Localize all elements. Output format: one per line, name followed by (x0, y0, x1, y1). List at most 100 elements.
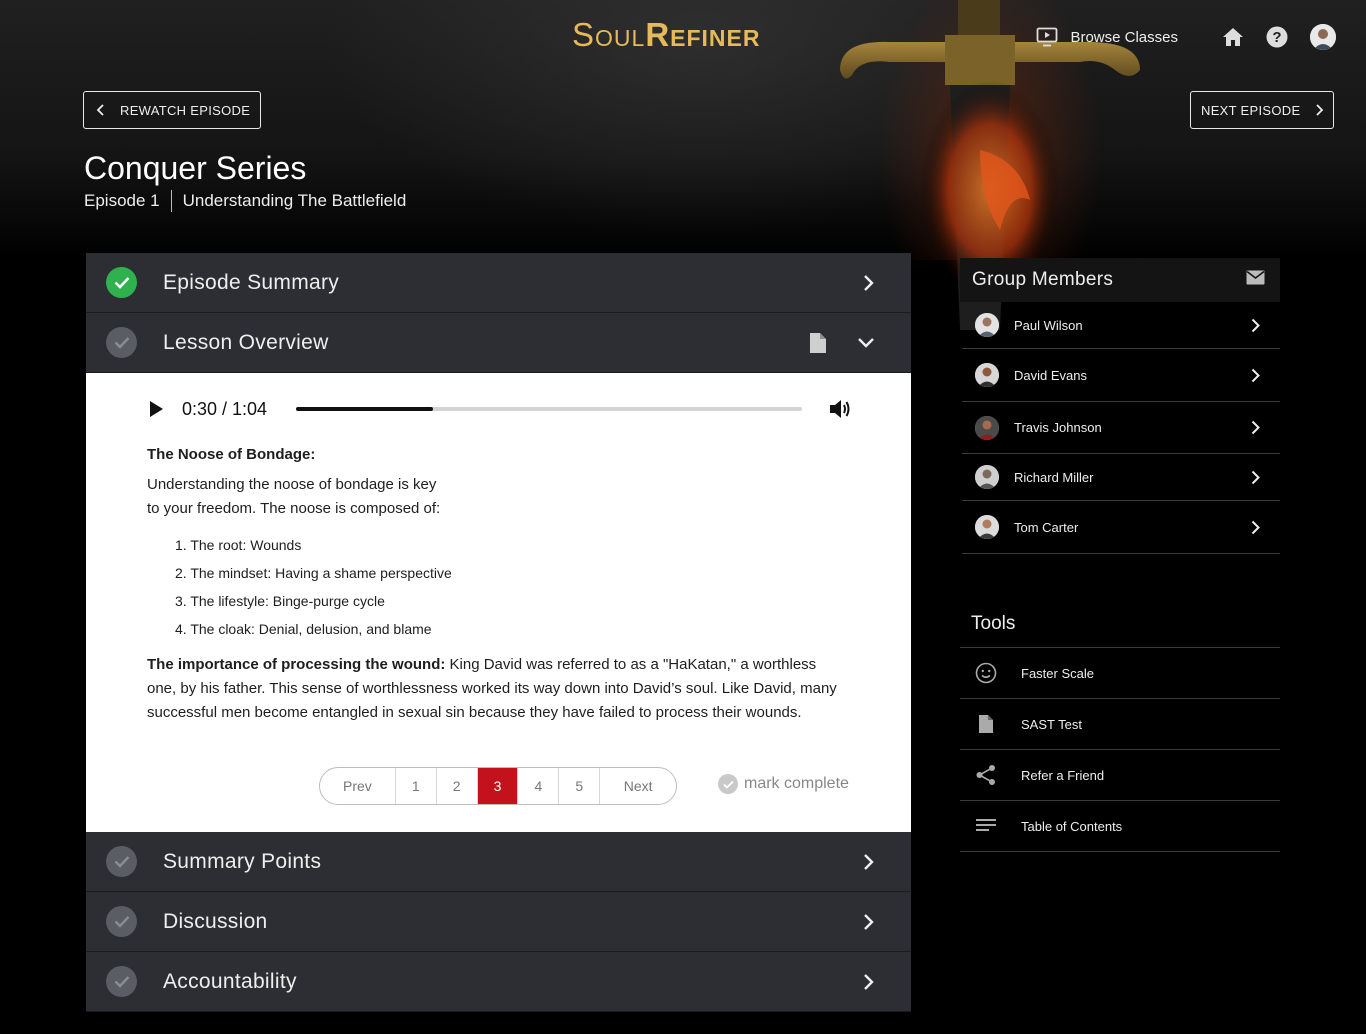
tool-label: SAST Test (1021, 716, 1082, 732)
list-item: 1. The root: Wounds (175, 537, 302, 553)
member-name: Richard Miller (1014, 469, 1094, 485)
pagination-next[interactable]: Next (600, 768, 676, 804)
lesson-intro-line: to your freedom. The noose is composed o… (147, 500, 441, 517)
chevron-right-icon (1251, 520, 1260, 534)
subtitle-divider (170, 190, 172, 212)
volume-icon[interactable] (828, 398, 852, 420)
chevron-right-icon (1251, 368, 1260, 382)
incomplete-check-icon (106, 327, 137, 358)
episode-number: Episode 1 (84, 191, 160, 210)
list-item: 2. The mindset: Having a shame perspecti… (175, 565, 452, 581)
lesson-accordion: Episode Summary Lesson Overview 0:30 / 1… (86, 253, 911, 1012)
browse-classes-link[interactable]: Browse Classes (1036, 27, 1178, 47)
chevron-right-icon (1316, 104, 1324, 116)
accordion-discussion[interactable]: Discussion (86, 892, 911, 952)
lesson-overview-panel: 0:30 / 1:04 The Noose of Bondage: Unders… (86, 373, 911, 832)
chevron-right-icon (1251, 318, 1260, 332)
member-name: David Evans (1014, 367, 1087, 383)
accordion-accountability[interactable]: Accountability (86, 952, 911, 1012)
tool-sast-test[interactable]: SAST Test (960, 699, 1280, 750)
chevron-right-icon (1251, 470, 1260, 484)
chevron-right-icon (864, 974, 874, 990)
episode-subtitle: Episode 1 Understanding The Battlefield (84, 190, 406, 212)
help-button[interactable]: ? (1262, 22, 1292, 52)
chevron-down-icon (858, 338, 874, 348)
top-navigation: Browse Classes ? (1036, 22, 1336, 52)
pagination-page[interactable]: 4 (518, 768, 560, 804)
monitor-play-icon (1037, 27, 1058, 47)
member-row[interactable]: Paul Wilson (962, 302, 1280, 349)
lesson-paragraph: The importance of processing the wound: … (147, 653, 847, 725)
lesson-content: The Noose of Bondage: Understanding the … (147, 443, 847, 725)
member-avatar (975, 363, 999, 387)
play-icon[interactable] (146, 400, 166, 418)
list-icon (974, 818, 998, 834)
tool-faster-scale[interactable]: Faster Scale (960, 648, 1280, 699)
completed-check-icon (106, 267, 137, 298)
browse-classes-label: Browse Classes (1070, 28, 1178, 46)
avatar-image (1310, 24, 1336, 50)
pagination-page[interactable]: 1 (396, 768, 437, 804)
user-avatar[interactable] (1310, 24, 1336, 50)
accordion-title: Lesson Overview (163, 330, 329, 354)
episode-title: Understanding The Battlefield (182, 191, 407, 210)
member-row[interactable]: Tom Carter (962, 501, 1280, 554)
tool-label: Refer a Friend (1021, 767, 1105, 783)
accordion-title: Summary Points (163, 849, 322, 873)
chevron-right-icon (864, 275, 874, 291)
group-members-header: Group Members (960, 258, 1280, 302)
accordion-episode-summary[interactable]: Episode Summary (86, 253, 911, 313)
next-episode-button[interactable]: NEXT EPISODE (1190, 91, 1334, 129)
member-avatar (975, 515, 999, 539)
audio-time: 0:30 / 1:04 (182, 398, 268, 419)
pagination: Prev 1 2 3 4 5 Next (319, 767, 677, 805)
member-row[interactable]: Richard Miller (962, 454, 1280, 501)
lesson-list: 1. The root: Wounds 2. The mindset: Havi… (175, 531, 847, 643)
incomplete-check-icon (106, 966, 137, 997)
tool-label: Faster Scale (1021, 665, 1094, 681)
svg-text:?: ? (1272, 29, 1281, 46)
member-name: Paul Wilson (1014, 317, 1083, 333)
document-icon (974, 714, 998, 734)
rewatch-episode-label: REWATCH EPISODE (120, 102, 251, 118)
accordion-lesson-overview[interactable]: Lesson Overview (86, 313, 911, 373)
lesson-intro: Understanding the noose of bondage is ke… (147, 473, 477, 521)
pagination-page-current[interactable]: 3 (477, 768, 519, 804)
accordion-title: Accountability (163, 969, 297, 993)
series-title: Conquer Series (84, 150, 307, 186)
rewatch-episode-button[interactable]: REWATCH EPISODE (83, 91, 261, 129)
pagination-page[interactable]: 2 (437, 768, 478, 804)
mail-icon[interactable] (1246, 270, 1265, 285)
pagination-prev[interactable]: Prev (320, 768, 396, 804)
home-button[interactable] (1218, 22, 1248, 52)
tool-refer-a-friend[interactable]: Refer a Friend (960, 750, 1280, 801)
member-row[interactable]: Travis Johnson (962, 402, 1280, 454)
chevron-right-icon (864, 914, 874, 930)
share-icon (974, 764, 998, 786)
paragraph-lead: The importance of processing the wound: (147, 656, 446, 673)
accordion-summary-points[interactable]: Summary Points (86, 832, 911, 892)
group-members-list: Paul Wilson David Evans Travis Johnson R… (962, 302, 1280, 554)
pagination-page[interactable]: 5 (559, 768, 601, 804)
tool-table-of-contents[interactable]: Table of Contents (960, 801, 1280, 852)
incomplete-check-icon (106, 846, 137, 877)
audio-progress-fill (296, 407, 433, 411)
lesson-intro-line: Understanding the noose of bondage is ke… (147, 476, 437, 493)
logo-text-soul: Soul (572, 16, 646, 53)
document-icon[interactable] (809, 332, 827, 354)
mark-complete-label: mark complete (744, 775, 849, 792)
accordion-title: Episode Summary (163, 270, 340, 294)
check-icon (718, 774, 738, 794)
member-avatar (975, 415, 999, 440)
list-item: 3. The lifestyle: Binge-purge cycle (175, 593, 385, 609)
next-episode-label: NEXT EPISODE (1201, 102, 1301, 118)
help-icon: ? (1266, 26, 1288, 48)
incomplete-check-icon (106, 906, 137, 937)
member-row[interactable]: David Evans (962, 349, 1280, 402)
soulrefiner-logo[interactable]: SoulRefiner (572, 16, 761, 54)
logo-text-refiner: Refiner (645, 16, 761, 53)
chevron-left-icon (96, 104, 104, 116)
mark-complete-button[interactable]: mark complete (718, 774, 849, 794)
tool-label: Table of Contents (1021, 818, 1123, 834)
audio-progress-bar[interactable] (296, 407, 802, 411)
